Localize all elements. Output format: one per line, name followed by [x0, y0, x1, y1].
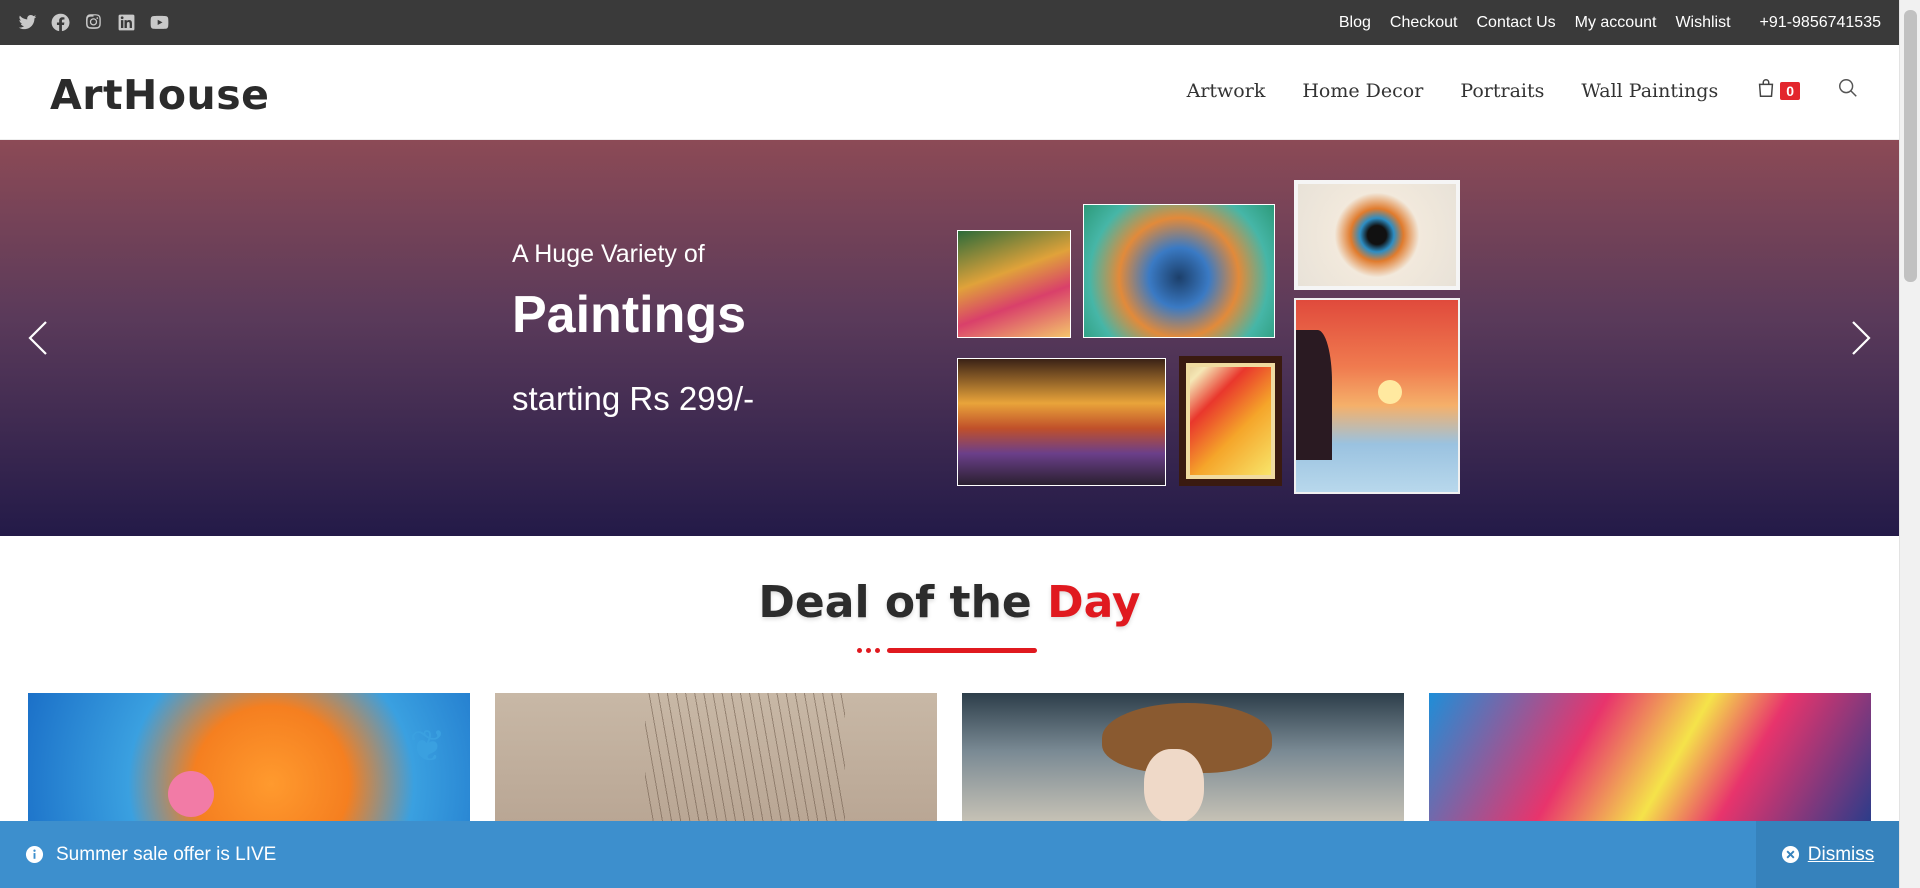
cart-count-badge: 0 — [1780, 81, 1800, 100]
product-card[interactable] — [962, 693, 1404, 823]
main-nav: Artwork Home Decor Portraits Wall Painti… — [1187, 77, 1859, 104]
facebook-icon[interactable] — [51, 13, 70, 32]
instagram-icon[interactable] — [84, 13, 103, 32]
info-icon — [25, 845, 44, 864]
hero-title: Paintings — [512, 286, 747, 344]
store-notice: Summer sale offer is LIVE Dismiss — [0, 821, 1899, 888]
contact-link[interactable]: Contact Us — [1476, 14, 1555, 32]
hero-slider: A Huge Variety of Paintings starting Rs … — [0, 140, 1899, 536]
my-account-link[interactable]: My account — [1575, 14, 1657, 32]
product-card[interactable] — [1429, 693, 1871, 823]
cart-button[interactable]: 0 — [1755, 77, 1800, 104]
painting-butterfly — [1179, 356, 1282, 486]
twitter-icon[interactable] — [18, 13, 37, 32]
painting-garden-window — [957, 230, 1071, 338]
deal-title-accent: Day — [1047, 577, 1141, 628]
nav-wall-paintings[interactable]: Wall Paintings — [1581, 80, 1718, 102]
nav-artwork[interactable]: Artwork — [1187, 80, 1266, 102]
dismiss-button[interactable]: Dismiss — [1756, 821, 1899, 888]
notice-message: Summer sale offer is LIVE — [56, 843, 277, 865]
painting-sunset-swing — [1294, 298, 1460, 494]
social-links — [18, 13, 169, 32]
product-card[interactable]: ❦ — [28, 693, 470, 823]
hero-subtitle: A Huge Variety of — [512, 240, 705, 268]
hero-price: starting Rs 299/- — [512, 380, 755, 417]
search-icon[interactable] — [1837, 77, 1859, 104]
phone-link[interactable]: +91-9856741535 — [1760, 14, 1881, 32]
nav-portraits[interactable]: Portraits — [1460, 80, 1544, 102]
deal-title-text: Deal of the — [758, 577, 1048, 628]
heading-underline — [857, 648, 1037, 653]
deal-of-the-day-heading: Deal of the Day — [0, 577, 1899, 628]
checkout-link[interactable]: Checkout — [1390, 14, 1458, 32]
dismiss-label: Dismiss — [1807, 843, 1875, 865]
close-icon — [1781, 845, 1800, 864]
youtube-icon[interactable] — [150, 13, 169, 32]
top-links: Blog Checkout Contact Us My account Wish… — [1339, 14, 1881, 32]
painting-eye — [1294, 180, 1460, 290]
site-logo[interactable]: ArtHouse — [50, 71, 269, 119]
site-header: ArtHouse Artwork Home Decor Portraits Wa… — [0, 45, 1899, 140]
product-card[interactable] — [495, 693, 937, 823]
chevron-left-icon[interactable] — [24, 318, 54, 358]
wishlist-link[interactable]: Wishlist — [1675, 14, 1730, 32]
chevron-right-icon[interactable] — [1845, 318, 1875, 358]
painting-bear — [1083, 204, 1275, 338]
linkedin-icon[interactable] — [117, 13, 136, 32]
scrollbar-thumb[interactable] — [1904, 10, 1917, 282]
page-scrollbar[interactable] — [1899, 0, 1920, 888]
painting-rainy-park — [957, 358, 1166, 486]
blog-link[interactable]: Blog — [1339, 14, 1371, 32]
top-bar: Blog Checkout Contact Us My account Wish… — [0, 0, 1899, 45]
shopping-bag-icon — [1755, 77, 1777, 104]
nav-home-decor[interactable]: Home Decor — [1302, 80, 1423, 102]
product-grid: ❦ — [28, 693, 1871, 823]
